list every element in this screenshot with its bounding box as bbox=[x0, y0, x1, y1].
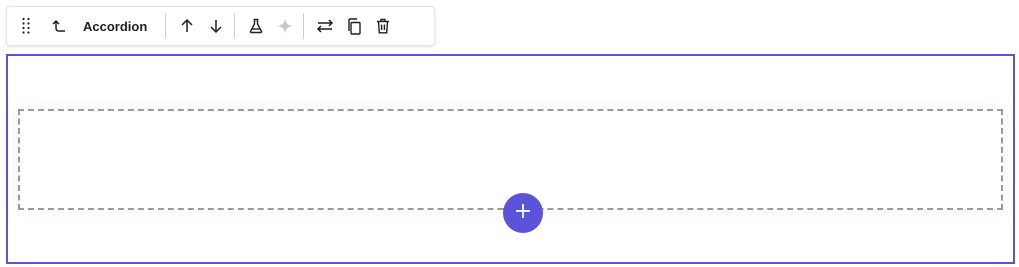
toolbar-divider bbox=[165, 13, 167, 39]
inner-blocks-dropzone bbox=[18, 109, 1003, 233]
drag-dots-icon bbox=[21, 17, 31, 35]
swap-arrows-icon bbox=[315, 18, 335, 34]
delete-button[interactable] bbox=[370, 11, 396, 41]
accordion-block[interactable] bbox=[6, 54, 1015, 264]
toolbar-divider bbox=[303, 13, 305, 39]
block-toolbar: Accordion bbox=[6, 6, 435, 46]
toolbar-divider bbox=[234, 13, 236, 39]
arrow-down-icon bbox=[208, 18, 224, 34]
editor-canvas: Accordion bbox=[0, 0, 1019, 267]
trash-icon bbox=[376, 18, 390, 34]
sparkle-icon bbox=[277, 18, 294, 34]
drag-handle-button[interactable] bbox=[17, 11, 35, 41]
transform-button[interactable] bbox=[312, 11, 338, 41]
duplicate-button[interactable] bbox=[341, 11, 367, 41]
arrow-up-icon bbox=[179, 18, 195, 34]
flask-icon bbox=[248, 18, 264, 34]
plus-icon bbox=[515, 203, 531, 224]
ai-sparkle-button[interactable] bbox=[272, 11, 298, 41]
move-up-button[interactable] bbox=[174, 11, 200, 41]
arrow-up-left-icon bbox=[51, 18, 67, 34]
copy-icon bbox=[346, 17, 362, 35]
flask-button[interactable] bbox=[243, 11, 269, 41]
add-block-button[interactable] bbox=[503, 193, 543, 233]
move-down-button[interactable] bbox=[203, 11, 229, 41]
block-name-label: Accordion bbox=[83, 18, 148, 34]
select-parent-button[interactable] bbox=[46, 11, 72, 41]
